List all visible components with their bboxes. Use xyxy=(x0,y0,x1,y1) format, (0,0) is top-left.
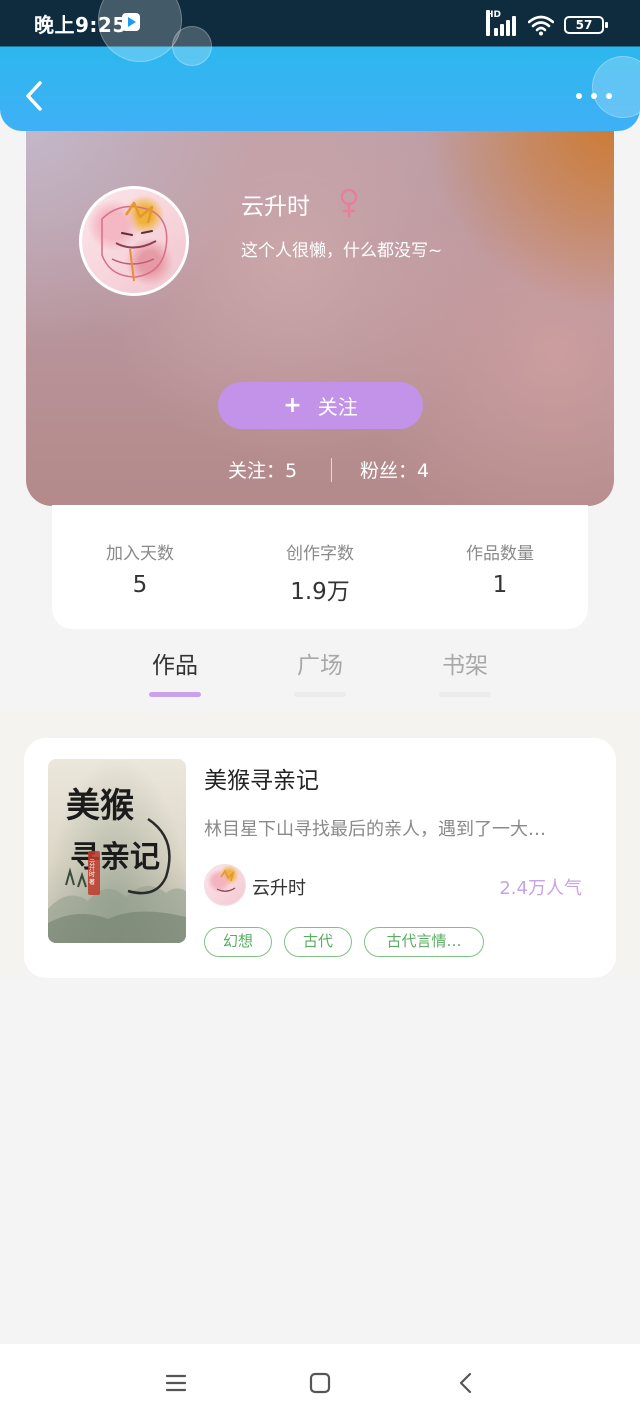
back-button[interactable] xyxy=(18,78,54,114)
author-avatar[interactable] xyxy=(204,864,246,906)
female-gender-icon xyxy=(340,188,358,218)
stat-join-days: 加入天数 5 xyxy=(65,539,215,598)
author-avatar-art xyxy=(216,869,236,892)
works-list: 美猴 寻亲记 云升时 著 美猴寻亲记 林目星下山寻找最后的亲人，遇到了一大… 云… xyxy=(0,712,640,978)
avatar-illustration xyxy=(101,201,168,282)
more-options-button[interactable] xyxy=(574,84,614,108)
system-navigation-bar xyxy=(0,1344,640,1422)
cover-title-top: 美猴 xyxy=(66,786,134,826)
tag[interactable]: 幻想 xyxy=(204,927,272,957)
book-title[interactable]: 美猴寻亲记 xyxy=(204,761,319,795)
wifi-icon xyxy=(528,15,554,36)
stat-value: 5 xyxy=(132,572,148,598)
stat-value: 1.9万 xyxy=(290,579,350,605)
work-card[interactable]: 美猴 寻亲记 云升时 著 美猴寻亲记 林目星下山寻找最后的亲人，遇到了一大… 云… xyxy=(24,738,616,978)
follow-label: 关注 xyxy=(317,395,358,419)
divider xyxy=(331,458,332,482)
plus-icon: + xyxy=(283,393,302,418)
tab-bar: 作品 广场 书架 xyxy=(0,630,640,712)
stat-label: 创作字数 xyxy=(286,544,354,564)
status-bar: 晚上9:25 HD 57 xyxy=(0,0,640,46)
stat-label: 作品数量 xyxy=(466,544,534,564)
stat-label: 加入天数 xyxy=(106,544,174,564)
tag[interactable]: 古代言情… xyxy=(364,927,484,957)
tab-indicator xyxy=(439,692,491,697)
tab-square[interactable]: 广场 xyxy=(280,646,360,697)
chevron-left-icon xyxy=(26,81,42,111)
stat-works-count: 作品数量 1 xyxy=(425,539,575,598)
tab-label: 广场 xyxy=(297,653,343,679)
tab-label: 书架 xyxy=(442,653,488,679)
popularity-count: 2.4万人气 xyxy=(499,878,582,899)
avatar[interactable] xyxy=(79,186,189,296)
tab-bookshelf[interactable]: 书架 xyxy=(425,646,505,697)
follow-button[interactable]: + 关注 xyxy=(218,382,423,429)
more-horizontal-icon xyxy=(576,93,582,99)
book-cover-art: 美猴 寻亲记 云升时 著 xyxy=(48,786,186,943)
signal-icon: HD xyxy=(486,10,518,36)
fans-count[interactable]: 粉丝：4 xyxy=(360,456,429,483)
cover-seal-text: 云升时 著 xyxy=(88,859,95,886)
user-bio: 这个人很懒，什么都没写~ xyxy=(241,241,443,261)
status-time: 晚上9:25 xyxy=(34,13,127,37)
tab-indicator xyxy=(294,692,346,697)
status-icons: HD 57 xyxy=(486,10,608,36)
author-name: 云升时 xyxy=(252,878,306,899)
follow-stats: 关注：5 粉丝：4 xyxy=(26,453,614,483)
stats-card: 加入天数 5 创作字数 1.9万 作品数量 1 xyxy=(52,505,588,629)
book-description: 林目星下山寻找最后的亲人，遇到了一大… xyxy=(204,819,546,840)
top-bar: 晚上9:25 HD 57 xyxy=(0,0,640,131)
network-type-label: HD xyxy=(486,10,501,36)
menu-icon[interactable] xyxy=(161,1368,191,1398)
app-notification-icon xyxy=(122,13,140,31)
profile-header: 云升时 这个人很懒，什么都没写~ + 关注 关注：5 粉丝：4 xyxy=(26,100,614,506)
home-square-icon[interactable] xyxy=(305,1368,335,1398)
cover-title-bottom: 寻亲记 xyxy=(70,840,160,875)
user-name: 云升时 xyxy=(241,194,310,220)
following-count[interactable]: 关注：5 xyxy=(228,456,297,483)
tab-works[interactable]: 作品 xyxy=(135,646,215,697)
battery-level: 57 xyxy=(575,18,593,32)
nav-back-icon[interactable] xyxy=(451,1368,481,1398)
book-cover[interactable]: 美猴 寻亲记 云升时 著 xyxy=(48,759,186,943)
stat-value: 1 xyxy=(492,572,508,598)
tab-indicator xyxy=(149,692,201,697)
stat-word-count: 创作字数 1.9万 xyxy=(245,539,395,606)
tag[interactable]: 古代 xyxy=(284,927,352,957)
battery-icon: 57 xyxy=(564,16,608,34)
tab-label: 作品 xyxy=(152,653,198,679)
